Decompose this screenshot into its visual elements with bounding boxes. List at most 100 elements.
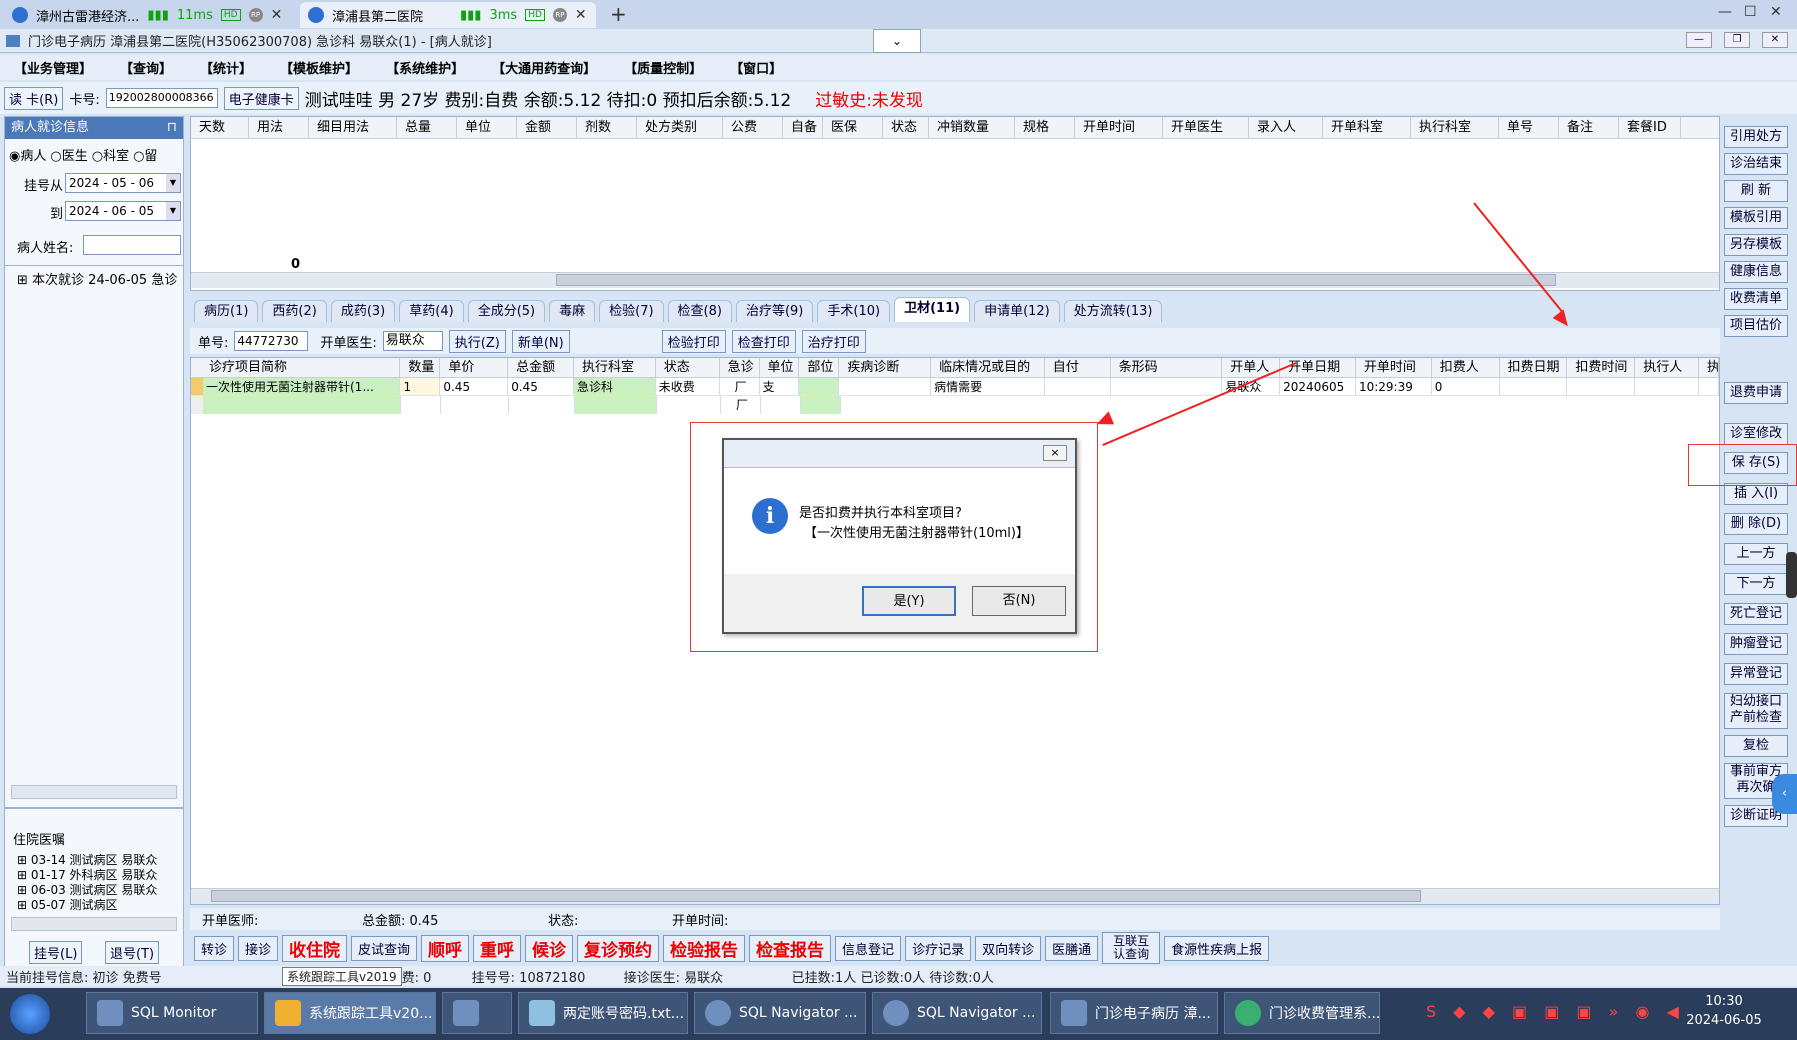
radio-dept[interactable]: ○科室 — [92, 145, 129, 164]
yes-button[interactable]: 是(Y) — [862, 586, 956, 616]
cell-item-name[interactable]: 一次性使用无菌注射器带针(1... — [191, 378, 401, 395]
death-register-button[interactable]: 死亡登记 — [1724, 603, 1788, 625]
list-item[interactable]: ⊞ 06-03 测试病区 易联众 — [17, 883, 157, 898]
scroll-thumb[interactable] — [556, 274, 1556, 286]
taskbar-item[interactable]: 两定账号密码.txt... — [518, 992, 688, 1034]
doctor-field[interactable]: 易联众 — [382, 331, 443, 351]
side-handle[interactable] — [1786, 552, 1797, 598]
estimate-button[interactable]: 项目估价 — [1724, 315, 1788, 337]
visit-record-button[interactable]: 诊疗记录 — [905, 935, 972, 961]
no-button[interactable]: 否(N) — [972, 586, 1066, 616]
taskbar-item[interactable]: 门诊电子病历 漳... — [1050, 992, 1218, 1034]
execute-button[interactable]: 执行(Z) — [448, 329, 506, 353]
room-edit-button[interactable]: 诊室修改 — [1724, 423, 1788, 445]
tab-supplies[interactable]: 卫材(11) — [894, 297, 971, 322]
table-row[interactable]: 一次性使用无菌注射器带针(1... 1 0.45 0.45 急诊科 未收费 厂 … — [191, 378, 1720, 396]
taskbar-item[interactable] — [442, 992, 512, 1034]
foodborne-report-button[interactable]: 食源性疾病上报 — [1164, 935, 1270, 961]
close-icon[interactable]: ✕ — [575, 7, 587, 23]
exam-report-button[interactable]: 检查报告 — [749, 934, 832, 962]
reg-from-date[interactable]: 2024 - 05 - 06 ▼ — [65, 173, 181, 193]
mdi-minimize-icon[interactable]: — — [1686, 32, 1712, 48]
abnormal-register-button[interactable]: 异常登记 — [1724, 663, 1788, 685]
tab-surgery[interactable]: 手术(10) — [817, 300, 891, 322]
tab-rx-transfer[interactable]: 处方流转(13) — [1063, 300, 1163, 322]
info-register-button[interactable]: 信息登记 — [835, 935, 902, 961]
close-icon[interactable]: ✕ — [271, 7, 283, 23]
cell-urgent[interactable]: 厂 — [721, 396, 761, 414]
menu-stats[interactable]: 【统计】 — [200, 58, 252, 77]
tab-requests[interactable]: 申请单(12) — [974, 300, 1060, 322]
save-template-button[interactable]: 另存模板 — [1724, 234, 1788, 256]
horizontal-scrollbar[interactable] — [11, 917, 177, 931]
register-button[interactable]: 挂号(L) — [29, 941, 83, 964]
order-no-field[interactable]: 44772730 — [234, 331, 309, 351]
read-card-button[interactable]: 读 卡(R) — [4, 86, 64, 110]
card-number-input[interactable]: 192002800008366 — [105, 88, 218, 108]
recall-button[interactable]: 重呼 — [473, 934, 522, 962]
dialog-close-button[interactable]: × — [1043, 445, 1067, 461]
tab-western-medicine[interactable]: 西药(2) — [262, 300, 327, 322]
cell-site[interactable] — [799, 378, 840, 395]
print-exam-button[interactable]: 检查打印 — [731, 329, 796, 353]
tab-exam[interactable]: 检查(8) — [667, 300, 732, 322]
minimize-icon[interactable]: — — [1718, 4, 1732, 20]
next-rx-button[interactable]: 下一方 — [1724, 573, 1788, 595]
visit-tree-item[interactable]: ⊞ 本次就诊 24-06-05 急诊 — [17, 269, 177, 288]
horizontal-scrollbar[interactable] — [191, 888, 1719, 904]
pin-icon[interactable]: ⊓ — [167, 117, 177, 139]
horizontal-scrollbar[interactable] — [11, 785, 177, 799]
insert-button[interactable]: 插 入(I) — [1724, 483, 1788, 505]
call-next-button[interactable]: 顺呼 — [421, 934, 470, 962]
start-button[interactable] — [10, 994, 50, 1034]
fee-list-button[interactable]: 收费清单 — [1724, 288, 1788, 310]
taskbar-item[interactable]: SQL Navigator ... — [694, 992, 866, 1034]
browser-tab-active[interactable]: 漳浦县第二医院 ▮▮▮ 3ms HD RP ✕ — [300, 2, 596, 28]
maximize-icon[interactable]: ☐ — [1744, 4, 1757, 20]
mdi-close-icon[interactable]: ✕ — [1762, 32, 1788, 48]
transfer-button[interactable]: 转诊 — [194, 935, 235, 961]
tab-full-component[interactable]: 全成分(5) — [467, 300, 546, 322]
tumor-register-button[interactable]: 肿瘤登记 — [1724, 633, 1788, 655]
patient-name-input[interactable] — [83, 235, 181, 255]
cell-exec-dept[interactable]: 急诊科 — [574, 378, 656, 395]
new-order-button[interactable]: 新单(N) — [511, 329, 570, 353]
print-lab-button[interactable]: 检验打印 — [661, 329, 726, 353]
receive-button[interactable]: 接诊 — [238, 935, 279, 961]
refresh-button[interactable]: 刷 新 — [1724, 180, 1788, 202]
menu-template[interactable]: 【模板维护】 — [280, 58, 358, 77]
mutual-recognition-button[interactable]: 互联互认查询 — [1102, 932, 1161, 964]
chevron-down-icon[interactable]: ▼ — [166, 174, 180, 192]
diet-button[interactable]: 医膳通 — [1045, 935, 1099, 961]
chevron-down-icon[interactable]: ▼ — [166, 202, 180, 220]
tab-patent-medicine[interactable]: 成药(3) — [330, 300, 396, 322]
radio-doctor[interactable]: ○医生 — [50, 145, 87, 164]
menu-window[interactable]: 【窗口】 — [730, 58, 782, 77]
list-item[interactable]: ⊞ 01-17 外科病区 易联众 — [17, 868, 157, 883]
tab-lab[interactable]: 检验(7) — [599, 300, 664, 322]
waiting-button[interactable]: 候诊 — [525, 934, 574, 962]
maternal-interface-button[interactable]: 妇幼接口产前检查 — [1724, 693, 1788, 729]
menu-quality[interactable]: 【质量控制】 — [624, 58, 702, 77]
horizontal-scrollbar[interactable] — [191, 272, 1719, 288]
mdi-restore-icon[interactable]: ❐ — [1724, 32, 1750, 48]
list-item[interactable]: ⊞ 05-07 测试病区 — [17, 898, 157, 913]
cell-diagnosis[interactable] — [839, 378, 932, 395]
refund-request-button[interactable]: 退费申请 — [1724, 382, 1788, 404]
new-tab-button[interactable]: + — [610, 2, 627, 26]
tray-icons[interactable]: S ◆ ◆ ▣ ▣ ▣ » ◉ ◀ — [1426, 1002, 1685, 1021]
revisit-button[interactable]: 复诊预约 — [577, 934, 660, 962]
print-treatment-button[interactable]: 治疗打印 — [801, 329, 866, 353]
clock[interactable]: 10:30 2024-06-05 — [1684, 994, 1764, 1028]
finish-visit-button[interactable]: 诊治结束 — [1724, 153, 1788, 175]
ehealth-card-button[interactable]: 电子健康卡 — [223, 86, 299, 110]
unregister-button[interactable]: 退号(T) — [105, 941, 160, 964]
chevron-down-icon[interactable]: ⌄ — [873, 29, 921, 53]
menu-query[interactable]: 【查询】 — [120, 58, 172, 77]
menu-drug-query[interactable]: 【大通用药查询】 — [492, 58, 596, 77]
quote-rx-button[interactable]: 引用处方 — [1724, 126, 1788, 148]
tab-treatment[interactable]: 治疗等(9) — [735, 300, 814, 322]
template-quote-button[interactable]: 模板引用 — [1724, 207, 1788, 229]
menu-business[interactable]: 【业务管理】 — [14, 58, 92, 77]
lab-report-button[interactable]: 检验报告 — [663, 934, 746, 962]
